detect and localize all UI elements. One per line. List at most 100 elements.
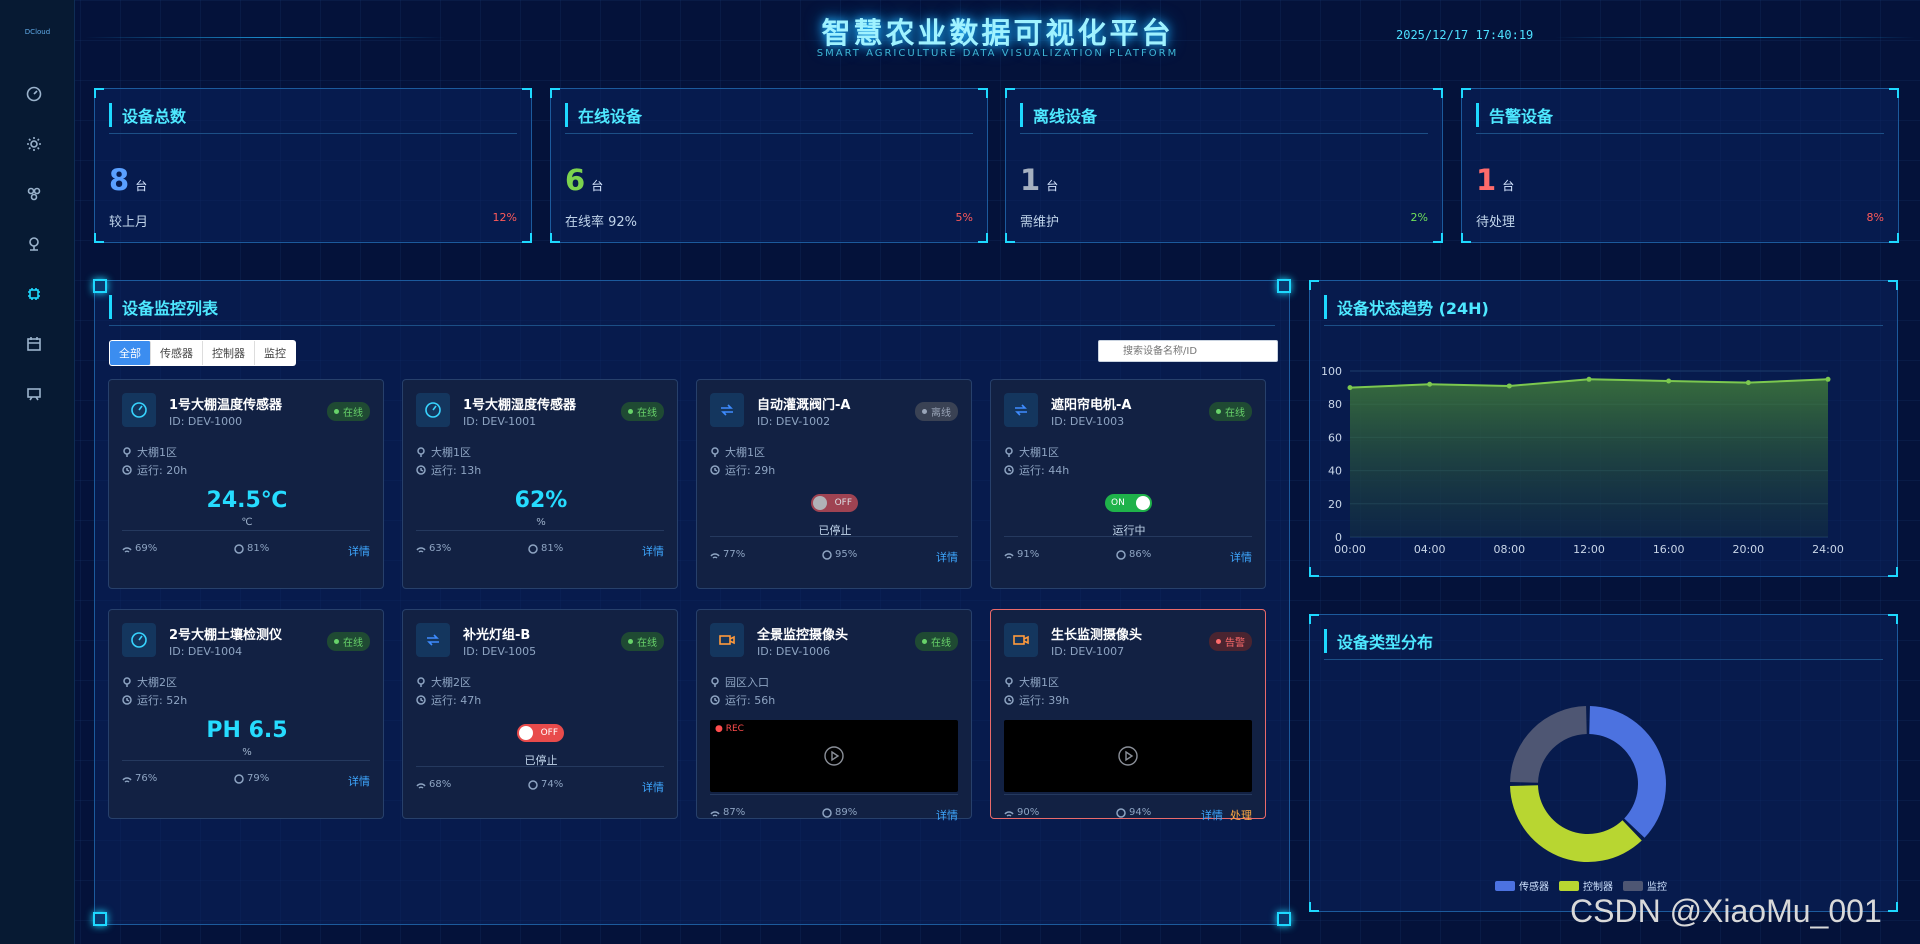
divider [109,325,1275,326]
signal-icon [122,776,132,783]
detail-button[interactable]: 详情 [1201,807,1223,823]
tab-1[interactable]: 传感器 [151,341,203,365]
detail-button[interactable]: 详情 [348,773,370,789]
tab-0[interactable]: 全部 [110,341,151,365]
device-location: 大棚1区 [1004,444,1059,460]
clock-icon [416,465,426,475]
stat-label: 较上月 [109,215,149,230]
location-icon[interactable] [20,230,48,258]
signal-icon [710,810,720,817]
status-badge: 在线 [621,402,664,421]
detail-button[interactable]: 详情 [1230,549,1252,565]
device-name: 2号大棚土壤检测仪 [169,628,283,643]
camera-icon [710,623,744,657]
detail-button[interactable]: 详情 [642,543,664,559]
gauge-icon [122,393,156,427]
device-location: 大棚2区 [122,674,177,690]
device-value: 24.5℃ [206,488,288,513]
chat-icon[interactable] [20,380,48,408]
device-card[interactable]: 补光灯组-B ID: DEV-1005 在线 大棚2区 运行: 47h OFF … [402,609,678,819]
sun-icon[interactable] [20,130,48,158]
tab-2[interactable]: 控制器 [203,341,255,365]
location-pin-icon [417,447,425,457]
device-id: ID: DEV-1003 [1051,415,1125,428]
power-toggle[interactable]: ON [1105,494,1152,512]
signal-strength: 91% [1004,549,1039,560]
stat-title: 在线设备 [565,103,642,127]
legend-entry[interactable]: 传感器 [1495,878,1549,893]
location-pin-icon [711,447,719,457]
data-point [1427,381,1433,387]
stat-unit: 台 [1502,179,1515,193]
battery-icon [234,543,244,554]
stat-value: 6台 [565,163,604,197]
y-tick-label: 40 [1328,465,1342,478]
signal-strength: 68% [416,779,451,790]
status-badge: 在线 [327,632,370,651]
stat-label: 在线率 92% [565,215,638,230]
device-card[interactable]: 1号大棚湿度传感器 ID: DEV-1001 在线 大棚1区 运行: 13h 6… [402,379,678,589]
tab-3[interactable]: 监控 [255,341,295,365]
battery-level: 94% [1116,807,1151,818]
location-pin-icon [417,677,425,687]
detail-button[interactable]: 详情 [936,807,958,823]
detail-button[interactable]: 详情 [936,549,958,565]
divider [710,794,958,795]
device-runtime: 运行: 29h [710,462,775,478]
chart-legend: 传感器 控制器 监控 [1495,878,1677,893]
detail-button[interactable]: 详情 [348,543,370,559]
stat-unit: 台 [1046,179,1059,193]
distribution-panel: 设备类型分布 [1309,614,1898,912]
battery-icon [822,807,832,818]
device-runtime: 运行: 39h [1004,692,1069,708]
stat-title: 告警设备 [1476,103,1553,127]
panel-corner [1277,912,1291,926]
device-name: 1号大棚温度传感器 [169,398,283,413]
device-card[interactable]: 1号大棚温度传感器 ID: DEV-1000 在线 大棚1区 运行: 20h 2… [108,379,384,589]
device-id: ID: DEV-1006 [757,645,831,658]
video-preview[interactable]: ● REC [710,720,958,792]
device-runtime: 运行: 44h [1004,462,1069,478]
signal-strength: 69% [122,543,157,554]
signal-icon [710,552,720,559]
device-card[interactable]: 自动灌溉阀门-A ID: DEV-1002 离线 大棚1区 运行: 29h OF… [696,379,972,589]
camera-icon [1004,623,1038,657]
device-id: ID: DEV-1007 [1051,645,1125,658]
location-pin-icon [123,677,131,687]
page-subtitle: SMART AGRICULTURE DATA VISUALIZATION PLA… [816,48,1179,59]
status-badge: 在线 [1209,402,1252,421]
signal-strength: 87% [710,807,745,818]
filter-tabs: 全部 传感器 控制器 监控 [109,340,296,366]
device-card[interactable]: 生长监测摄像头 ID: DEV-1007 告警 大棚1区 运行: 39h 90%… [990,609,1266,822]
battery-icon [822,549,832,560]
video-preview[interactable] [1004,720,1252,792]
x-tick-label: 16:00 [1653,543,1685,556]
calendar-icon[interactable] [20,330,48,358]
device-runtime: 运行: 56h [710,692,775,708]
handle-button[interactable]: 处理 [1230,807,1252,823]
stat-title: 设备总数 [109,103,186,127]
search-input[interactable] [1098,340,1278,362]
device-unit: % [242,747,252,758]
clock-icon [416,695,426,705]
device-location: 大棚1区 [122,444,177,460]
chip-icon[interactable] [20,280,48,308]
legend-entry[interactable]: 监控 [1623,878,1667,893]
device-card[interactable]: 全景监控摄像头 ID: DEV-1006 在线 园区入口 运行: 56h ● R… [696,609,972,822]
stat-value: 1台 [1020,163,1059,197]
watermark: CSDN @XiaoMu_001 [1570,893,1882,929]
rec-indicator: ● REC [715,724,744,734]
device-card[interactable]: 遮阳帘电机-A ID: DEV-1003 在线 大棚1区 运行: 44h ON … [990,379,1266,589]
power-toggle[interactable]: OFF [811,494,858,512]
legend-entry[interactable]: 控制器 [1559,878,1613,893]
pie-slice [1589,706,1666,838]
gauge-icon[interactable] [20,80,48,108]
play-icon [824,746,844,766]
network-icon[interactable] [20,180,48,208]
device-unit: ℃ [241,517,253,528]
device-location: 大棚1区 [1004,674,1059,690]
detail-button[interactable]: 详情 [642,779,664,795]
power-toggle[interactable]: OFF [517,724,564,742]
device-card[interactable]: 2号大棚土壤检测仪 ID: DEV-1004 在线 大棚2区 运行: 52h P… [108,609,384,819]
pie-slice [1510,785,1642,862]
